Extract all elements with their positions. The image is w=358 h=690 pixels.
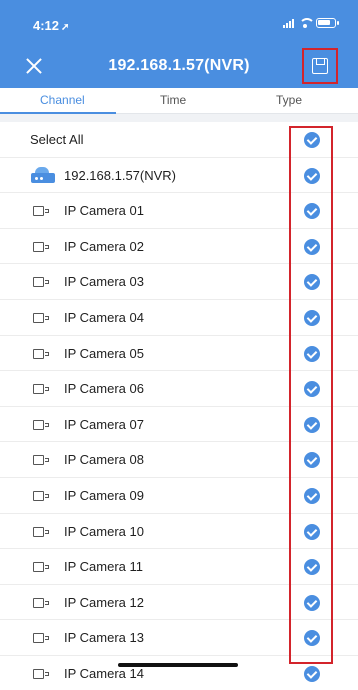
checked-icon[interactable] bbox=[304, 381, 320, 398]
tab-time[interactable]: Time bbox=[160, 93, 186, 107]
camera-label: IP Camera 11 bbox=[64, 559, 144, 575]
home-indicator bbox=[118, 663, 238, 667]
tab-bar: Channel Time Type bbox=[0, 88, 358, 114]
camera-icon bbox=[33, 277, 49, 288]
checked-icon[interactable] bbox=[304, 452, 320, 469]
save-button[interactable] bbox=[302, 48, 338, 84]
camera-icon bbox=[33, 312, 49, 324]
checked-icon[interactable] bbox=[304, 559, 320, 576]
status-bar: 4:12 ➚ bbox=[0, 0, 358, 44]
camera-row[interactable]: IP Camera 01 bbox=[0, 193, 358, 229]
tab-type[interactable]: Type bbox=[276, 93, 302, 107]
select-all-label: Select All bbox=[30, 132, 84, 147]
camera-icon bbox=[33, 419, 49, 431]
camera-row[interactable]: IP Camera 03 bbox=[0, 264, 358, 300]
checked-icon[interactable] bbox=[304, 167, 320, 184]
camera-row[interactable]: IP Camera 04 bbox=[0, 300, 358, 336]
save-icon bbox=[312, 58, 328, 74]
camera-label: IP Camera 06 bbox=[64, 381, 144, 397]
checked-icon[interactable] bbox=[304, 203, 320, 220]
checked-icon[interactable] bbox=[304, 630, 320, 647]
camera-label: IP Camera 07 bbox=[64, 416, 144, 432]
camera-icon bbox=[33, 455, 49, 466]
status-time: 4:12 ➚ bbox=[33, 18, 69, 33]
status-icons bbox=[283, 18, 339, 28]
camera-label: IP Camera 08 bbox=[64, 452, 144, 468]
camera-label: IP Camera 04 bbox=[64, 309, 144, 325]
camera-label: IP Camera 14 bbox=[64, 665, 144, 681]
camera-icon bbox=[33, 597, 49, 609]
camera-icon bbox=[33, 668, 49, 680]
camera-label: IP Camera 02 bbox=[64, 238, 144, 254]
signal-icon bbox=[283, 18, 294, 28]
device-row[interactable]: 192.168.1.57(NVR) bbox=[0, 158, 358, 194]
checked-icon[interactable] bbox=[304, 594, 320, 611]
checked-icon[interactable] bbox=[304, 523, 320, 540]
camera-row[interactable]: IP Camera 08 bbox=[0, 442, 358, 478]
wifi-icon bbox=[299, 18, 315, 28]
camera-icon bbox=[33, 384, 49, 395]
nav-bar: 192.168.1.57(NVR) bbox=[0, 44, 358, 88]
location-arrow-icon: ➚ bbox=[61, 22, 70, 33]
camera-label: IP Camera 12 bbox=[64, 594, 144, 610]
device-label: 192.168.1.57(NVR) bbox=[64, 167, 177, 183]
tab-channel[interactable]: Channel bbox=[40, 93, 85, 107]
camera-label: IP Camera 13 bbox=[64, 630, 144, 646]
checked-icon[interactable] bbox=[304, 274, 320, 291]
checked-icon[interactable] bbox=[304, 416, 320, 433]
camera-row[interactable]: IP Camera 09 bbox=[0, 478, 358, 514]
checked-icon[interactable] bbox=[304, 309, 320, 326]
camera-label: IP Camera 03 bbox=[64, 274, 144, 290]
top-bar: 4:12 ➚ 192.168.1.57(NVR) bbox=[0, 0, 358, 88]
checked-icon[interactable] bbox=[304, 132, 320, 148]
camera-row[interactable]: IP Camera 14 bbox=[0, 656, 358, 690]
camera-row[interactable]: IP Camera 02 bbox=[0, 229, 358, 265]
camera-icon bbox=[33, 562, 49, 573]
camera-label: IP Camera 09 bbox=[64, 487, 144, 503]
camera-label: IP Camera 05 bbox=[64, 345, 144, 361]
checked-icon[interactable] bbox=[304, 345, 320, 362]
camera-row[interactable]: IP Camera 10 bbox=[0, 514, 358, 550]
battery-icon bbox=[316, 18, 339, 28]
checked-icon[interactable] bbox=[304, 665, 320, 682]
camera-row[interactable]: IP Camera 12 bbox=[0, 585, 358, 621]
camera-icon bbox=[33, 490, 49, 502]
camera-icon bbox=[33, 633, 49, 644]
checked-icon[interactable] bbox=[304, 487, 320, 504]
status-time-text: 4:12 bbox=[33, 18, 60, 33]
checked-icon[interactable] bbox=[304, 238, 320, 255]
select-all-row[interactable]: Select All bbox=[0, 122, 358, 158]
camera-icon bbox=[33, 206, 49, 217]
nvr-device-icon bbox=[31, 166, 55, 184]
camera-row[interactable]: IP Camera 07 bbox=[0, 407, 358, 443]
camera-icon bbox=[33, 526, 49, 538]
camera-row[interactable]: IP Camera 11 bbox=[0, 549, 358, 585]
camera-row[interactable]: IP Camera 05 bbox=[0, 336, 358, 372]
channel-list: Select All 192.168.1.57(NVR) IP Camera 0… bbox=[0, 122, 358, 690]
camera-row[interactable]: IP Camera 06 bbox=[0, 371, 358, 407]
camera-icon bbox=[33, 241, 49, 253]
camera-rows: IP Camera 01 IP Camera 02 IP Camera 03 IP C… bbox=[0, 193, 358, 690]
camera-label: IP Camera 10 bbox=[64, 523, 144, 539]
section-divider bbox=[0, 114, 358, 122]
camera-row[interactable]: IP Camera 13 bbox=[0, 620, 358, 656]
camera-icon bbox=[33, 348, 49, 360]
camera-label: IP Camera 01 bbox=[64, 203, 144, 219]
